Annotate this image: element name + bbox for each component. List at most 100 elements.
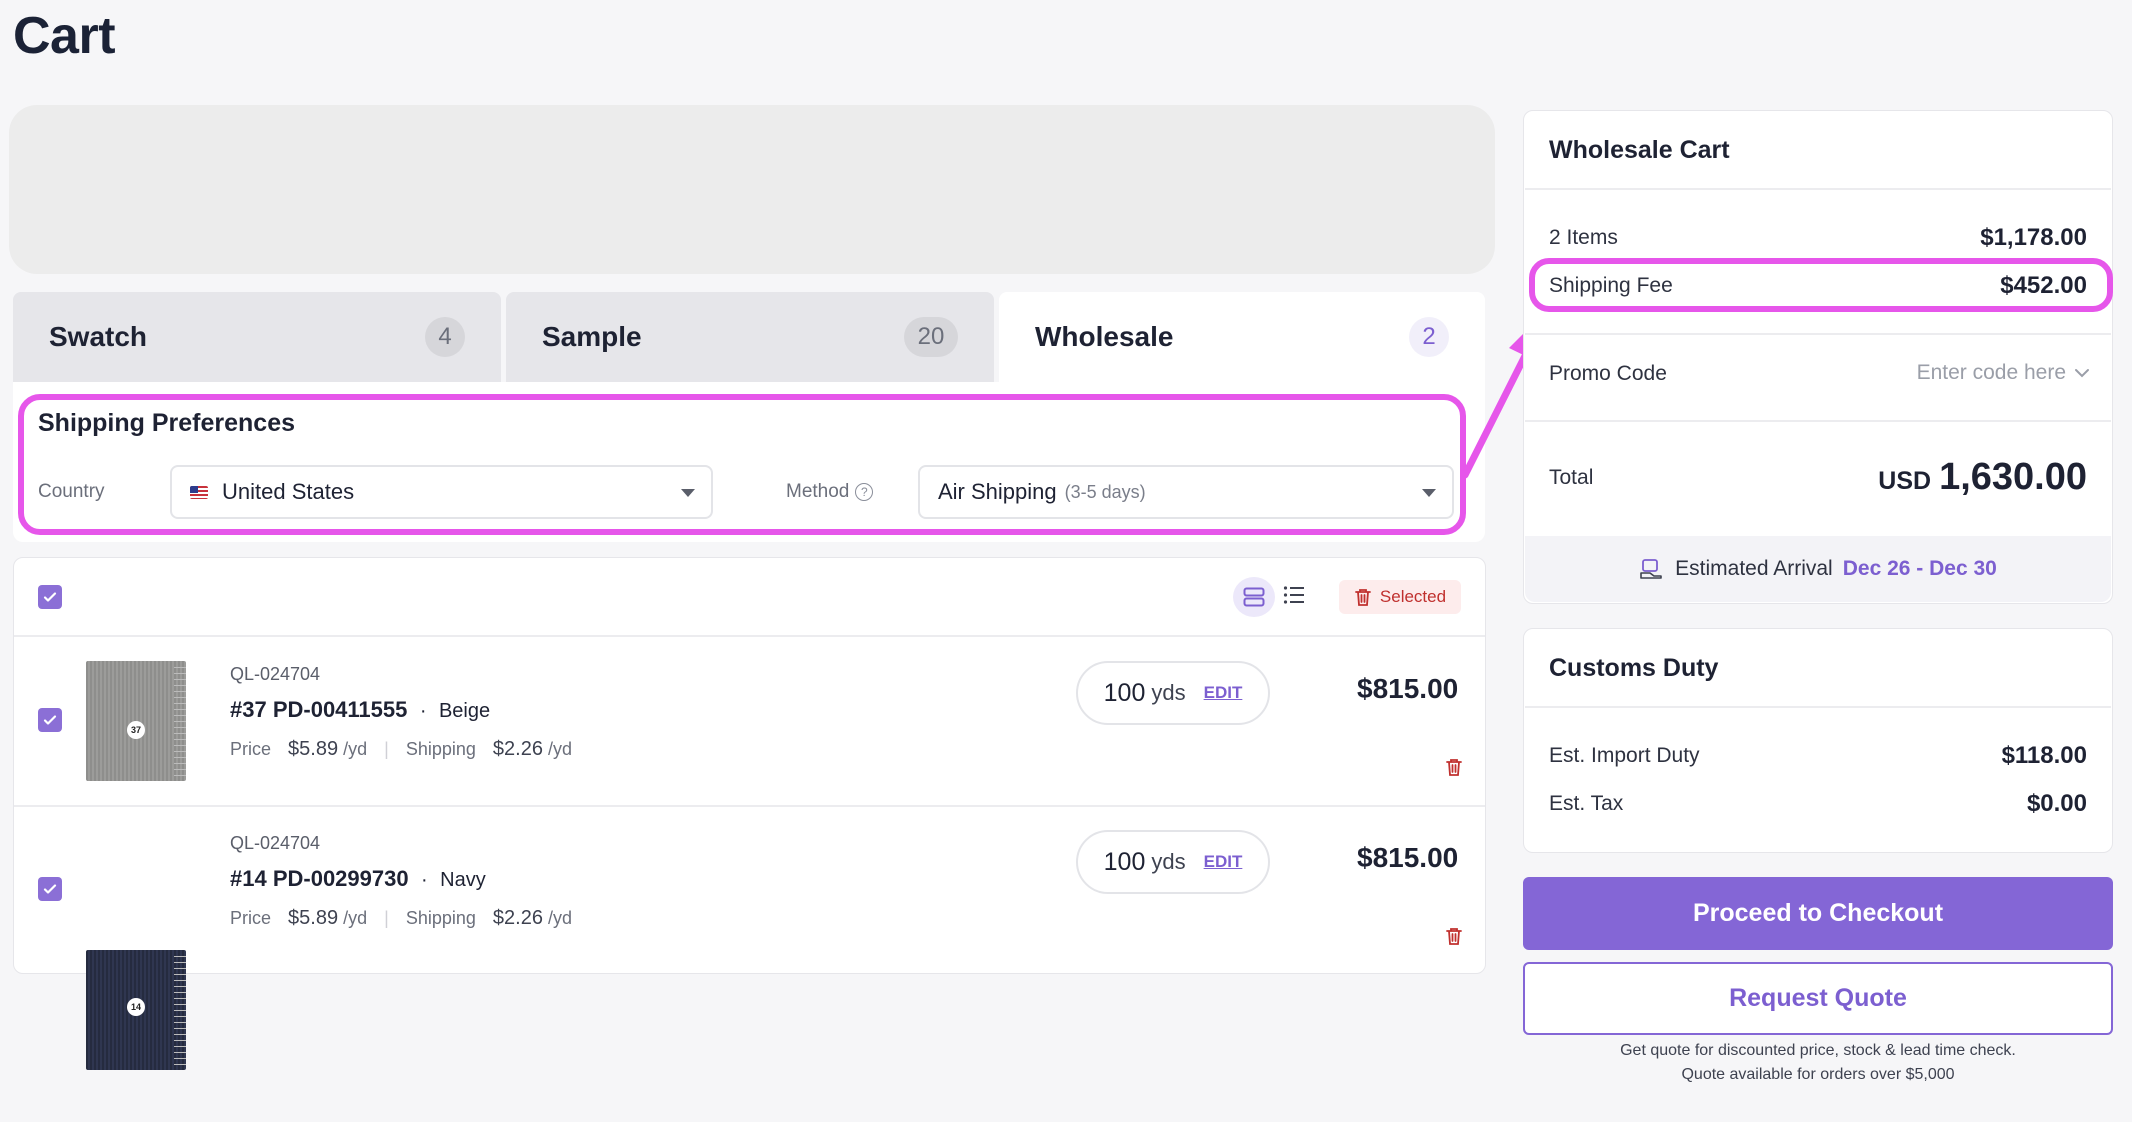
quantity-pill: 100 yds EDIT	[1076, 830, 1270, 894]
tab-wholesale[interactable]: Wholesale 2	[999, 292, 1485, 382]
divider	[14, 805, 1485, 807]
item-color: Navy	[440, 869, 486, 891]
fabric-thumbnail[interactable]: 37	[86, 661, 186, 781]
divider	[1525, 420, 2111, 422]
price-unit: /yd	[343, 908, 368, 928]
price-label: Price	[230, 908, 272, 928]
quote-note-line-2: Quote available for orders over $5,000	[1681, 1066, 1955, 1083]
item-total: $815.00	[1357, 842, 1459, 873]
trash-icon	[1355, 589, 1371, 606]
checkmark-icon	[43, 715, 57, 725]
order-summary-card	[1523, 110, 2113, 604]
fabric-thumbnail[interactable]: 14	[86, 950, 186, 1070]
checkmark-icon	[43, 884, 57, 894]
meta-separator: |	[384, 908, 389, 928]
select-all-checkbox[interactable]	[38, 585, 62, 609]
tab-label: Sample	[542, 321, 642, 352]
shipping-unit: /yd	[548, 739, 573, 759]
trash-icon	[1446, 928, 1462, 945]
checkmark-icon	[43, 592, 57, 602]
arrival-date: Dec 26 - Dec 30	[1842, 557, 1997, 580]
quantity-value: 100	[1103, 847, 1146, 876]
edit-quantity-link[interactable]: EDIT	[1204, 683, 1243, 703]
total-label: Total	[1549, 466, 1594, 489]
item-color-dot: ·	[421, 869, 428, 891]
edit-quantity-link[interactable]: EDIT	[1204, 852, 1243, 872]
import-duty-value: $118.00	[2001, 742, 2087, 769]
card-view-toggle[interactable]	[1233, 577, 1275, 617]
item-sku: QL-024704	[230, 664, 321, 684]
total-value: 1,630.00	[1939, 456, 2087, 498]
shipping-fee-highlight	[1529, 258, 2113, 312]
customs-title: Customs Duty	[1549, 654, 1719, 682]
quantity-unit: yds	[1151, 849, 1186, 874]
tab-label: Wholesale	[1035, 321, 1174, 352]
shipping-unit: /yd	[548, 908, 573, 928]
items-count-label: 2 Items	[1549, 226, 1618, 249]
item-total: $815.00	[1357, 673, 1459, 704]
import-duty-label: Est. Import Duty	[1549, 744, 1700, 767]
shipping-label: Shipping	[405, 908, 476, 928]
swatch-number: 14	[127, 998, 145, 1016]
selected-label: Selected	[1379, 587, 1447, 606]
summary-title: Wholesale Cart	[1549, 136, 1730, 164]
list-icon	[1283, 586, 1304, 604]
promo-code-placeholder: Enter code here	[1916, 361, 2066, 384]
item-checkbox[interactable]	[38, 877, 62, 901]
quantity-pill: 100 yds EDIT	[1076, 661, 1270, 725]
quantity-unit: yds	[1151, 680, 1186, 705]
tax-value: $0.00	[2026, 790, 2087, 817]
delete-selected-button[interactable]: Selected	[1339, 580, 1461, 614]
total-currency: USD	[1878, 467, 1932, 495]
divider	[1525, 706, 2111, 708]
list-view-toggle[interactable]	[1283, 585, 1305, 610]
trash-icon	[1446, 759, 1462, 776]
item-meta: Price $5.89 /yd | Shipping $2.26 /yd	[230, 907, 572, 930]
item-title-row: #37 PD-00411555 · Beige	[230, 697, 490, 723]
meta-separator: |	[384, 739, 389, 759]
swatch-number: 37	[127, 721, 145, 739]
chevron-down-icon	[2075, 369, 2089, 378]
price-value: $5.89	[288, 738, 339, 760]
stacked-view-icon	[1243, 587, 1265, 607]
item-sku: QL-024704	[230, 833, 321, 853]
tab-count-badge: 20	[904, 317, 958, 357]
price-unit: /yd	[343, 739, 368, 759]
estimated-arrival: Estimated Arrival Dec 26 - Dec 30	[1525, 536, 2111, 602]
shipping-label: Shipping	[405, 739, 476, 759]
promo-banner	[9, 105, 1495, 274]
remove-item-button[interactable]	[1445, 757, 1463, 782]
tab-swatch[interactable]: Swatch 4	[13, 292, 501, 382]
shipping-value: $2.26	[492, 907, 543, 929]
remove-item-button[interactable]	[1445, 926, 1463, 951]
tax-label: Est. Tax	[1549, 792, 1624, 815]
delivery-icon	[1640, 559, 1662, 579]
promo-code-toggle[interactable]: Enter code here	[1917, 361, 2090, 385]
tab-count-badge: 4	[425, 317, 465, 357]
item-color: Beige	[438, 700, 491, 722]
item-checkbox[interactable]	[38, 708, 62, 732]
ruler-marks	[174, 956, 186, 1066]
divider	[14, 635, 1485, 637]
items-subtotal: $1,178.00	[1980, 224, 2087, 251]
quantity-value: 100	[1103, 678, 1146, 707]
tab-sample[interactable]: Sample 20	[506, 292, 994, 382]
proceed-to-checkout-button[interactable]: Proceed to Checkout	[1523, 877, 2113, 950]
divider	[1525, 333, 2111, 335]
arrival-label: Estimated Arrival	[1675, 557, 1833, 580]
price-value: $5.89	[288, 907, 339, 929]
shipping-value: $2.26	[492, 738, 543, 760]
divider	[1525, 188, 2111, 190]
ruler-marks	[174, 667, 186, 777]
item-title[interactable]: #14 PD-00299730	[230, 866, 409, 891]
total-amount: USD 1,630.00	[1878, 456, 2087, 499]
page-title: Cart	[13, 7, 116, 65]
price-label: Price	[230, 739, 272, 759]
item-color-dot: ·	[419, 700, 427, 722]
quote-note-line-1: Get quote for discounted price, stock & …	[1620, 1042, 2016, 1059]
request-quote-button[interactable]: Request Quote	[1523, 962, 2113, 1035]
promo-code-label: Promo Code	[1549, 362, 1667, 385]
item-title-row: #14 PD-00299730 · Navy	[230, 866, 486, 892]
item-title[interactable]: #37 PD-00411555	[230, 697, 407, 722]
tab-label: Swatch	[49, 321, 148, 352]
